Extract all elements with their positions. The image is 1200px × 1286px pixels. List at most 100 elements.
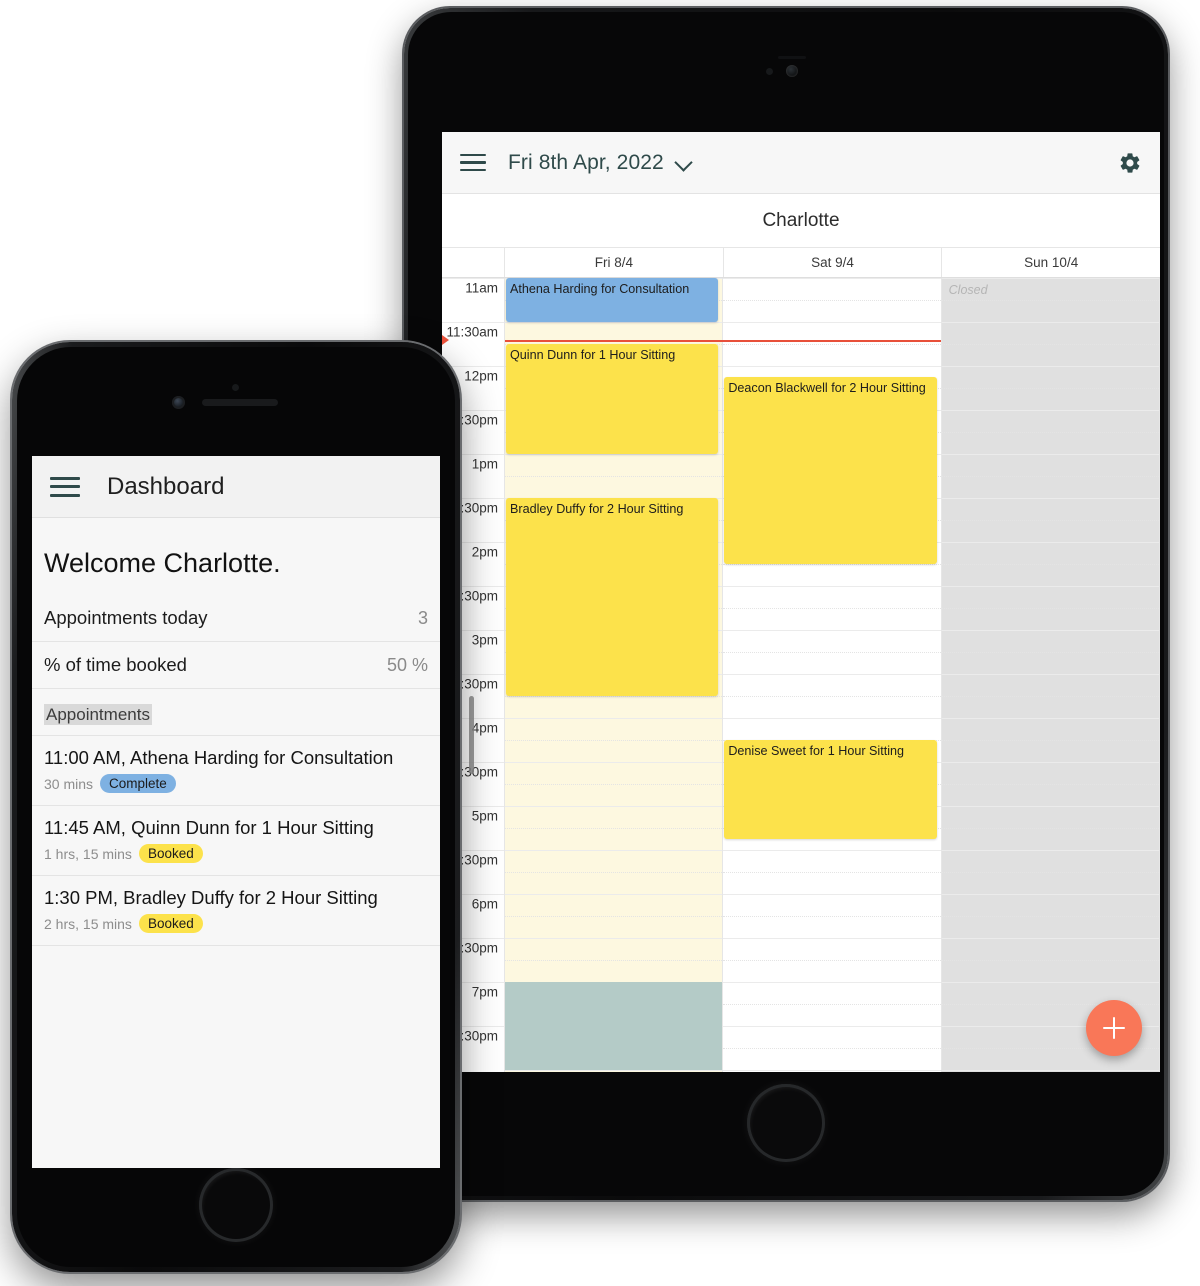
hour-line xyxy=(723,278,941,279)
tablet-screen: Fri 8th Apr, 2022 Charlotte Fri 8/4 Sat … xyxy=(442,132,1160,1072)
gear-icon[interactable] xyxy=(1118,151,1142,175)
list-item[interactable]: 11:00 AM, Athena Harding for Consultatio… xyxy=(32,736,440,806)
time-label: 11am xyxy=(465,280,498,296)
appointment-meta: 2 hrs, 15 mins Booked xyxy=(44,914,428,933)
status-badge: Booked xyxy=(138,844,203,863)
calendar-event[interactable]: Bradley Duffy for 2 Hour Sitting xyxy=(506,498,719,696)
quarter-hour-line xyxy=(941,916,1159,917)
hour-line xyxy=(723,630,941,631)
quarter-hour-line xyxy=(505,916,723,917)
hour-line xyxy=(505,1070,723,1071)
hour-line xyxy=(723,674,941,675)
hour-line xyxy=(941,938,1159,939)
list-item[interactable]: 1:30 PM, Bradley Duffy for 2 Hour Sittin… xyxy=(32,876,440,946)
hour-line xyxy=(941,322,1159,323)
time-gutter-header xyxy=(442,248,505,277)
quarter-hour-line xyxy=(505,740,723,741)
hour-line xyxy=(941,982,1159,983)
calendar-day-header: Fri 8/4 Sat 9/4 Sun 10/4 xyxy=(442,248,1160,278)
chevron-down-icon xyxy=(676,155,691,170)
day-column-header-sun[interactable]: Sun 10/4 xyxy=(942,248,1160,277)
hour-line xyxy=(941,718,1159,719)
quarter-hour-line xyxy=(723,872,941,873)
quarter-hour-line xyxy=(941,564,1159,565)
hour-line xyxy=(505,894,723,895)
quarter-hour-line xyxy=(723,300,941,301)
time-label: 5pm xyxy=(471,808,498,824)
welcome-heading: Welcome Charlotte. xyxy=(44,548,281,578)
hour-line xyxy=(505,938,723,939)
quarter-hour-line xyxy=(505,784,723,785)
current-time-marker-icon xyxy=(442,334,449,345)
hour-line xyxy=(941,366,1159,367)
calendar-event[interactable]: Athena Harding for Consultation xyxy=(506,278,719,322)
hour-line xyxy=(941,498,1159,499)
appointments-list: 11:00 AM, Athena Harding for Consultatio… xyxy=(32,735,440,946)
hour-line xyxy=(723,894,941,895)
appointments-section-header: Appointments xyxy=(32,689,440,735)
stat-value: 50 % xyxy=(386,654,428,675)
quarter-hour-line xyxy=(723,608,941,609)
quarter-hour-line xyxy=(505,476,723,477)
quarter-hour-line xyxy=(505,828,723,829)
calendar-scrollbar[interactable] xyxy=(469,696,474,774)
hour-line xyxy=(723,850,941,851)
status-badge: Complete xyxy=(100,774,176,793)
add-appointment-button[interactable] xyxy=(1086,1000,1142,1056)
stat-label: % of time booked xyxy=(44,654,187,675)
hour-line xyxy=(941,410,1159,411)
calendar-column-fri[interactable]: Athena Harding for Consultation Quinn Dun… xyxy=(505,278,724,1072)
date-selector[interactable]: Fri 8th Apr, 2022 xyxy=(508,151,691,175)
appointment-duration: 1 hrs, 15 mins xyxy=(44,845,132,862)
quarter-hour-line xyxy=(723,564,941,565)
mockup-stage: Fri 8th Apr, 2022 Charlotte Fri 8/4 Sat … xyxy=(0,0,1200,1286)
hour-line xyxy=(723,718,941,719)
hour-line xyxy=(941,762,1159,763)
quarter-hour-line xyxy=(505,872,723,873)
hour-line xyxy=(505,762,723,763)
hour-line xyxy=(723,938,941,939)
quarter-hour-line xyxy=(941,652,1159,653)
hour-line xyxy=(723,982,941,983)
appointment-duration: 30 mins xyxy=(44,775,94,792)
appointment-meta: 30 mins Complete xyxy=(44,774,428,793)
hour-line xyxy=(941,894,1159,895)
calendar-event[interactable]: Denise Sweet for 1 Hour Sitting xyxy=(724,740,937,839)
quarter-hour-line xyxy=(941,872,1159,873)
hour-line xyxy=(723,586,941,587)
hamburger-menu-icon[interactable] xyxy=(50,476,80,497)
gutter-hour-line xyxy=(442,366,504,367)
quarter-hour-line xyxy=(723,916,941,917)
tablet-home-button[interactable] xyxy=(747,1084,825,1162)
day-column-header-sat[interactable]: Sat 9/4 xyxy=(724,248,943,277)
calendar-event[interactable]: Deacon Blackwell for 2 Hour Sitting xyxy=(724,377,937,564)
phone-screen: Dashboard Welcome Charlotte. Appointment… xyxy=(32,456,440,1168)
list-item[interactable]: 11:45 AM, Quinn Dunn for 1 Hour Sitting … xyxy=(32,806,440,876)
appointment-title: 11:45 AM, Quinn Dunn for 1 Hour Sitting xyxy=(44,817,374,838)
appointment-duration: 2 hrs, 15 mins xyxy=(44,915,132,932)
hour-line xyxy=(941,850,1159,851)
time-label: 6pm xyxy=(471,896,498,912)
calendar-column-sat[interactable]: Deacon Blackwell for 2 Hour Sitting Denis… xyxy=(723,278,942,1072)
hour-line xyxy=(941,454,1159,455)
calendar-event[interactable]: Quinn Dunn for 1 Hour Sitting xyxy=(506,344,719,454)
calendar-column-sun[interactable]: Closed xyxy=(941,278,1160,1072)
time-label: 12pm xyxy=(464,368,498,384)
day-column-header-fri[interactable]: Fri 8/4 xyxy=(505,248,724,277)
quarter-hour-line xyxy=(723,1048,941,1049)
dashboard-body: Welcome Charlotte. Appointments today 3 … xyxy=(32,518,440,1168)
time-label: 4pm xyxy=(471,720,498,736)
appointment-title: 11:00 AM, Athena Harding for Consultatio… xyxy=(44,747,394,768)
time-label: 11:30am xyxy=(446,324,498,340)
time-label: 1pm xyxy=(471,456,498,472)
gutter-hour-line xyxy=(442,322,504,323)
appointment-meta: 1 hrs, 15 mins Booked xyxy=(44,844,428,863)
phone-home-button[interactable] xyxy=(199,1168,273,1242)
calendar-event-title: Deacon Blackwell for 2 Hour Sitting xyxy=(728,381,926,395)
quarter-hour-line xyxy=(941,388,1159,389)
hour-line xyxy=(723,366,941,367)
quarter-hour-line xyxy=(941,344,1159,345)
hamburger-menu-icon[interactable] xyxy=(460,153,486,172)
phone-device-frame: Dashboard Welcome Charlotte. Appointment… xyxy=(12,342,460,1272)
stat-row-time-booked: % of time booked 50 % xyxy=(32,642,440,689)
